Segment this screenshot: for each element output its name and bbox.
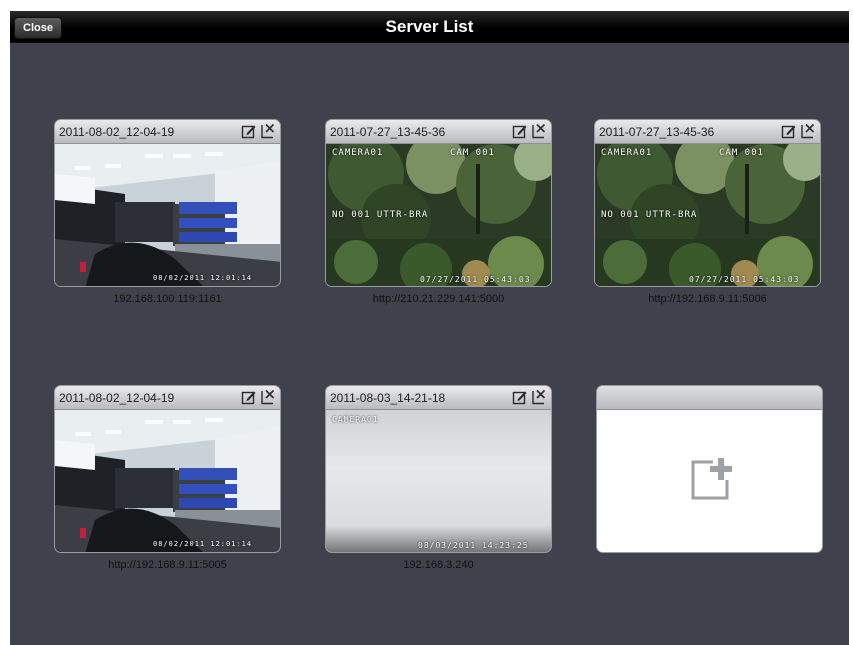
card-actions bbox=[241, 389, 275, 405]
server-address: http://192.168.9.11:5005 bbox=[108, 559, 227, 571]
server-card[interactable]: 2011-08-02_12-04-19 08/02/2011 12:01:14 bbox=[54, 385, 281, 553]
snapshot-timestamp: 2011-07-27_13-45-36 bbox=[599, 125, 715, 139]
add-server-button[interactable] bbox=[597, 410, 822, 552]
camera-info-overlay: NO 001 UTTR-BRA bbox=[601, 210, 698, 220]
app-frame: Server List Close 2011-08-02_12-04-19 08… bbox=[10, 11, 849, 645]
camera-thumbnail[interactable]: 08/02/2011 12:01:14 bbox=[55, 410, 280, 552]
add-server-icon bbox=[689, 456, 735, 502]
card-header: 2011-07-27_13-45-36 bbox=[595, 120, 820, 144]
camera-name-overlay: CAMERA01 bbox=[332, 148, 384, 158]
edit-icon[interactable] bbox=[241, 389, 256, 405]
video-timestamp-overlay: 07/27/2011 05:43:03 bbox=[689, 275, 800, 284]
card-actions bbox=[241, 123, 275, 139]
close-button[interactable]: Close bbox=[14, 17, 62, 39]
camera-thumbnail[interactable]: CAMERA01 08/03/2011 14:23:25 bbox=[326, 410, 551, 552]
camera-thumbnail[interactable]: 08/02/2011 12:01:14 bbox=[55, 144, 280, 286]
edit-icon[interactable] bbox=[781, 123, 796, 139]
server-card[interactable]: 2011-08-02_12-04-19 08/02/2011 12:01:14 bbox=[54, 119, 281, 287]
navigation-bar: Server List Close bbox=[10, 11, 849, 43]
snapshot-timestamp: 2011-08-03_14-21-18 bbox=[330, 391, 446, 405]
camera-id-overlay: CAM 001 bbox=[719, 148, 764, 158]
card-header: 2011-08-02_12-04-19 bbox=[55, 120, 280, 144]
card-header: 2011-08-02_12-04-19 bbox=[55, 386, 280, 410]
video-timestamp-overlay: 08/02/2011 12:01:14 bbox=[153, 540, 253, 548]
card-header: 2011-08-03_14-21-18 bbox=[326, 386, 551, 410]
card-actions bbox=[512, 389, 546, 405]
server-card[interactable]: 2011-07-27_13-45-36 CAMERA01 CAM 001 NO … bbox=[325, 119, 552, 287]
snapshot-timestamp: 2011-08-02_12-04-19 bbox=[59, 391, 175, 405]
video-timestamp-overlay: 08/02/2011 12:01:14 bbox=[153, 274, 253, 282]
delete-icon[interactable] bbox=[800, 123, 815, 139]
card-actions bbox=[781, 123, 815, 139]
edit-icon[interactable] bbox=[241, 123, 256, 139]
server-address: 192.168.100.119:1161 bbox=[113, 293, 222, 305]
delete-icon[interactable] bbox=[260, 389, 275, 405]
page-title: Server List bbox=[385, 17, 474, 36]
camera-name-overlay: CAMERA01 bbox=[601, 148, 653, 158]
card-header bbox=[597, 386, 822, 410]
snapshot-timestamp: 2011-07-27_13-45-36 bbox=[330, 125, 446, 139]
snapshot-timestamp: 2011-08-02_12-04-19 bbox=[59, 125, 175, 139]
camera-name-overlay: CAMERA01 bbox=[332, 415, 379, 424]
add-server-card[interactable] bbox=[596, 385, 823, 553]
camera-thumbnail[interactable]: CAMERA01 CAM 001 NO 001 UTTR-BRA 07/27/2… bbox=[595, 144, 820, 286]
server-card[interactable]: 2011-07-27_13-45-36 CAMERA01 CAM 001 NO … bbox=[594, 119, 821, 287]
delete-icon[interactable] bbox=[531, 389, 546, 405]
video-timestamp-overlay: 08/03/2011 14:23:25 bbox=[418, 541, 529, 550]
edit-icon[interactable] bbox=[512, 123, 527, 139]
edit-icon[interactable] bbox=[512, 389, 527, 405]
server-card[interactable]: 2011-08-03_14-21-18 CAMERA01 08/03/2011 … bbox=[325, 385, 552, 553]
card-header: 2011-07-27_13-45-36 bbox=[326, 120, 551, 144]
camera-id-overlay: CAM 001 bbox=[450, 148, 495, 158]
delete-icon[interactable] bbox=[531, 123, 546, 139]
server-address: http://210.21.229.141:5000 bbox=[372, 293, 505, 305]
delete-icon[interactable] bbox=[260, 123, 275, 139]
video-timestamp-overlay: 07/27/2011 05:43:03 bbox=[420, 275, 531, 284]
server-address: 192.168.3.240 bbox=[403, 559, 474, 571]
camera-thumbnail[interactable]: CAMERA01 CAM 001 NO 001 UTTR-BRA 07/27/2… bbox=[326, 144, 551, 286]
card-actions bbox=[512, 123, 546, 139]
server-address: http://192.168.9.11:5006 bbox=[648, 293, 767, 305]
camera-info-overlay: NO 001 UTTR-BRA bbox=[332, 210, 429, 220]
